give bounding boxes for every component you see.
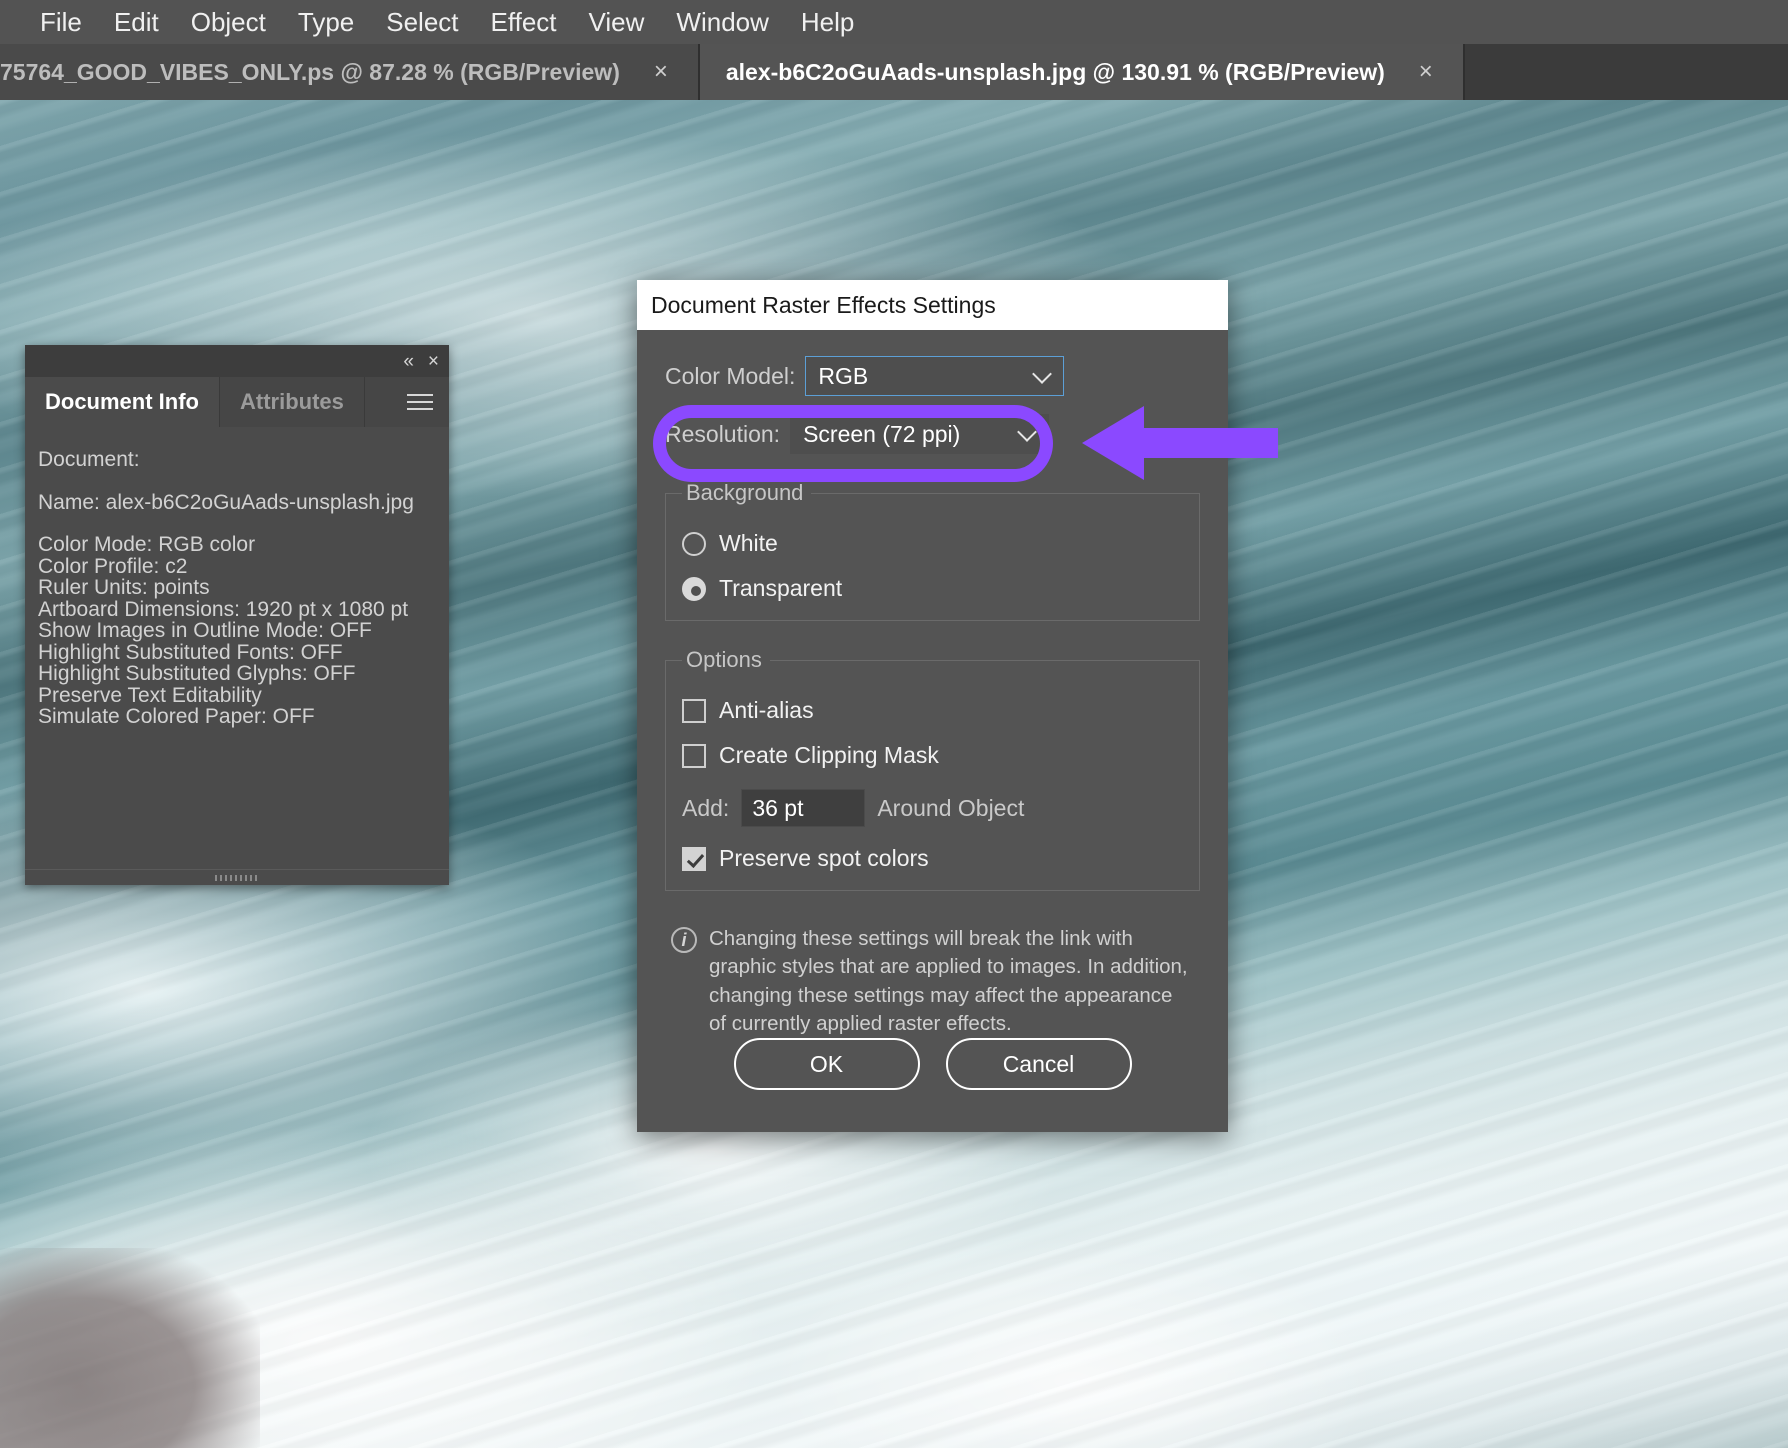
radio-transparent-icon[interactable] <box>682 577 706 601</box>
menu-item-object[interactable]: Object <box>175 0 282 44</box>
info-line: Ruler Units: points <box>38 577 449 599</box>
color-model-row: Color Model: RGB <box>665 356 1200 396</box>
info-spacer <box>38 471 449 492</box>
info-line: Highlight Substituted Fonts: OFF <box>38 642 449 664</box>
checkbox-anti-alias-icon[interactable] <box>682 699 706 723</box>
menu-bar: File Edit Object Type Select Effect View… <box>0 0 1788 44</box>
document-tab-bar: 75764_GOOD_VIBES_ONLY.ps @ 87.28 % (RGB/… <box>0 44 1788 100</box>
checkbox-preserve-spot-colors-icon[interactable] <box>682 847 706 871</box>
option-label: Create Clipping Mask <box>719 742 939 769</box>
checkbox-create-clipping-mask-icon[interactable] <box>682 744 706 768</box>
info-line: Simulate Colored Paper: OFF <box>38 706 449 728</box>
panel-resize-handle[interactable] <box>25 869 449 885</box>
resize-grip-icon <box>215 875 259 881</box>
panel-tab-spacer <box>365 377 449 427</box>
resolution-select[interactable]: Screen (72 ppi) <box>790 414 1049 454</box>
collapse-icon[interactable]: « <box>403 352 414 371</box>
color-model-value: RGB <box>818 363 868 390</box>
menu-item-help[interactable]: Help <box>785 0 870 44</box>
rock-detail <box>0 1248 260 1448</box>
dialog-title-bar[interactable]: Document Raster Effects Settings <box>637 280 1228 330</box>
option-create-clipping-mask[interactable]: Create Clipping Mask <box>682 742 1183 769</box>
hamburger-menu-icon[interactable] <box>407 394 433 410</box>
info-line: Preserve Text Editability <box>38 685 449 707</box>
info-spacer <box>38 513 449 534</box>
add-amount-value: 36 pt <box>752 795 803 822</box>
cancel-button[interactable]: Cancel <box>946 1038 1132 1090</box>
dialog-button-row: OK Cancel <box>637 1038 1228 1090</box>
resolution-label: Resolution: <box>665 421 780 448</box>
option-anti-alias[interactable]: Anti-alias <box>682 697 1183 724</box>
info-line: Document: <box>38 449 449 471</box>
option-label: Preserve spot colors <box>719 845 929 872</box>
dialog-title: Document Raster Effects Settings <box>651 292 996 319</box>
document-raster-effects-settings-dialog[interactable]: Document Raster Effects Settings Color M… <box>637 280 1228 1132</box>
resolution-value: Screen (72 ppi) <box>803 421 960 448</box>
panel-tab-document-info[interactable]: Document Info <box>25 377 220 427</box>
add-amount-input[interactable]: 36 pt <box>741 789 865 827</box>
options-legend: Options <box>682 647 770 673</box>
menu-item-edit[interactable]: Edit <box>98 0 175 44</box>
options-group: Options Anti-alias Create Clipping Mask … <box>665 647 1200 891</box>
chevron-down-icon <box>1032 364 1052 384</box>
option-label: Anti-alias <box>719 697 814 724</box>
info-line: Name: alex-b6C2oGuAads-unsplash.jpg <box>38 492 449 514</box>
color-model-select[interactable]: RGB <box>805 356 1064 396</box>
document-info-panel[interactable]: « × Document Info Attributes Document: N… <box>25 345 449 885</box>
color-model-label: Color Model: <box>665 363 795 390</box>
menu-item-view[interactable]: View <box>573 0 661 44</box>
chevron-down-icon <box>1017 422 1037 442</box>
background-legend: Background <box>682 480 811 506</box>
background-group: Background White Transparent <box>665 480 1200 621</box>
option-preserve-spot-colors[interactable]: Preserve spot colors <box>682 845 1183 872</box>
add-suffix-label: Around Object <box>877 795 1024 822</box>
document-tab-title: 75764_GOOD_VIBES_ONLY.ps @ 87.28 % (RGB/… <box>0 59 646 86</box>
info-line: Color Profile: c2 <box>38 556 449 578</box>
add-around-object-row: Add: 36 pt Around Object <box>682 789 1183 827</box>
dialog-body: Color Model: RGB Resolution: Screen (72 … <box>637 330 1228 1038</box>
menu-item-effect[interactable]: Effect <box>475 0 573 44</box>
menu-item-window[interactable]: Window <box>660 0 784 44</box>
info-line: Artboard Dimensions: 1920 pt x 1080 pt <box>38 599 449 621</box>
ok-button[interactable]: OK <box>734 1038 920 1090</box>
info-note: i Changing these settings will break the… <box>665 925 1200 1038</box>
document-tab-inactive[interactable]: 75764_GOOD_VIBES_ONLY.ps @ 87.28 % (RGB/… <box>0 44 700 100</box>
info-note-text: Changing these settings will break the l… <box>709 925 1194 1038</box>
document-tab-active[interactable]: alex-b6C2oGuAads-unsplash.jpg @ 130.91 %… <box>700 44 1465 100</box>
document-tab-title: alex-b6C2oGuAads-unsplash.jpg @ 130.91 %… <box>700 59 1411 86</box>
info-line: Highlight Substituted Glyphs: OFF <box>38 663 449 685</box>
panel-title-bar[interactable]: « × <box>25 345 449 377</box>
close-icon[interactable]: × <box>646 58 676 86</box>
background-option-white[interactable]: White <box>682 530 1183 557</box>
background-option-label: Transparent <box>719 575 842 602</box>
tab-bar-filler <box>1465 44 1788 100</box>
info-line: Color Mode: RGB color <box>38 534 449 556</box>
close-icon[interactable]: × <box>1411 58 1441 86</box>
info-line: Show Images in Outline Mode: OFF <box>38 620 449 642</box>
document-info-content: Document: Name: alex-b6C2oGuAads-unsplas… <box>25 427 449 728</box>
background-option-transparent[interactable]: Transparent <box>682 575 1183 602</box>
radio-white-icon[interactable] <box>682 532 706 556</box>
close-icon[interactable]: × <box>428 352 439 371</box>
info-icon: i <box>671 927 697 953</box>
menu-item-type[interactable]: Type <box>282 0 370 44</box>
panel-tab-attributes[interactable]: Attributes <box>220 377 365 427</box>
add-label: Add: <box>682 795 729 822</box>
panel-tab-strip: Document Info Attributes <box>25 377 449 427</box>
resolution-row: Resolution: Screen (72 ppi) <box>665 414 1200 454</box>
menu-item-file[interactable]: File <box>24 0 98 44</box>
background-option-label: White <box>719 530 778 557</box>
menu-item-select[interactable]: Select <box>370 0 474 44</box>
